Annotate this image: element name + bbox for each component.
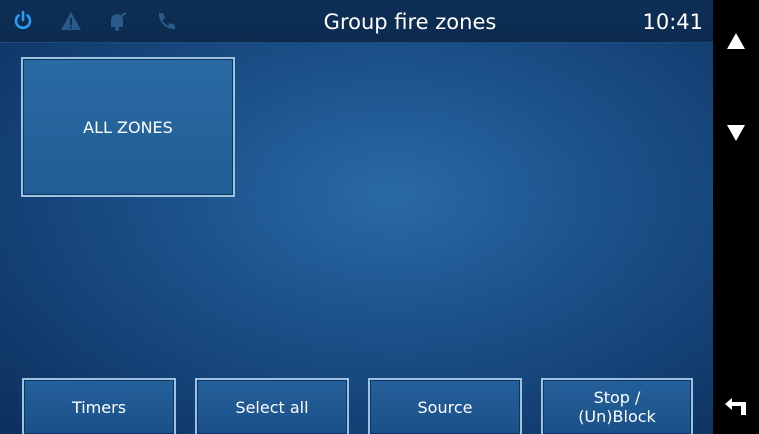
source-button-label: Source <box>417 397 473 417</box>
zone-button-all-zones[interactable]: ALL ZONES <box>21 57 235 197</box>
phone-icon <box>153 8 179 34</box>
warning-icon <box>58 8 84 34</box>
side-navigation <box>713 0 759 434</box>
status-bar: Group fire zones 10:41 <box>0 0 713 43</box>
clock: 10:41 <box>642 10 703 34</box>
stop-unblock-button[interactable]: Stop / (Un)Block <box>541 378 693 434</box>
power-icon[interactable] <box>10 8 36 34</box>
select-all-button-label: Select all <box>235 397 309 417</box>
back-icon[interactable] <box>713 396 759 416</box>
scroll-up-icon[interactable] <box>713 32 759 50</box>
stop-button-label-line2: (Un)Block <box>578 407 656 426</box>
page-title: Group fire zones <box>323 10 497 34</box>
timers-button[interactable]: Timers <box>22 378 176 434</box>
stop-button-label-line1: Stop / <box>593 388 641 407</box>
timers-button-label: Timers <box>71 397 127 417</box>
screen: Group fire zones 10:41 ALL ZONES Timers … <box>0 0 713 434</box>
scroll-down-icon[interactable] <box>713 124 759 142</box>
select-all-button[interactable]: Select all <box>195 378 349 434</box>
zone-button-label: ALL ZONES <box>83 117 173 137</box>
bell-icon <box>104 8 130 34</box>
source-button[interactable]: Source <box>368 378 522 434</box>
